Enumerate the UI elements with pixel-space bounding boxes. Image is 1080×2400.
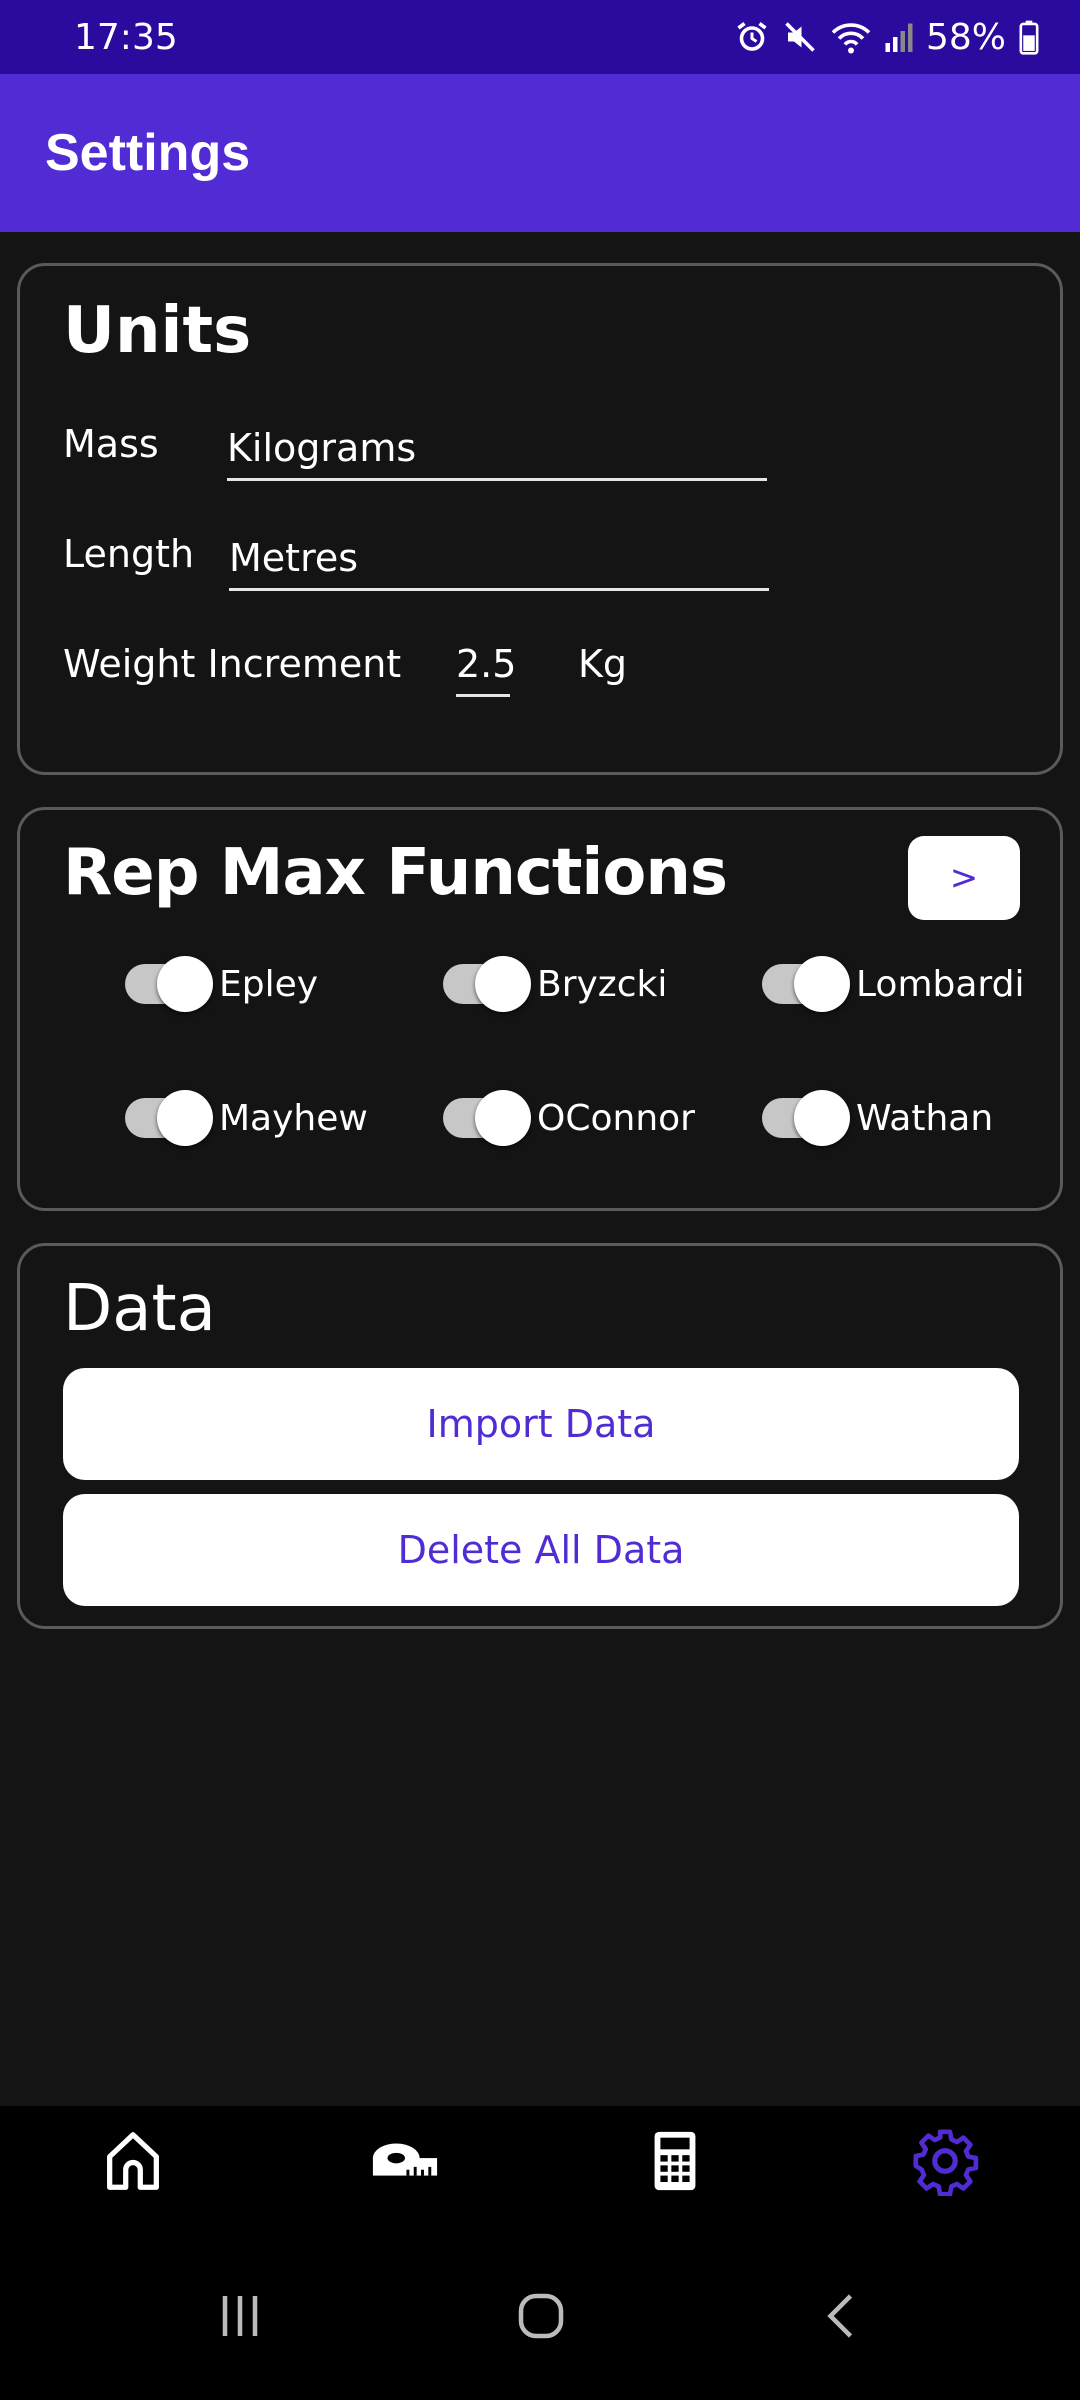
switch-lombardi[interactable]: Lombardi	[758, 956, 1024, 1012]
switch-epley[interactable]: Epley	[121, 956, 318, 1012]
switch-oconnor[interactable]: OConnor	[439, 1090, 695, 1146]
nav-calculator[interactable]	[615, 2106, 735, 2216]
home-circle-icon	[518, 2293, 564, 2339]
nav-home[interactable]	[73, 2106, 193, 2216]
status-icons: 58%	[734, 17, 1040, 58]
toggle-switch[interactable]	[439, 956, 531, 1012]
back-icon	[827, 2294, 853, 2338]
mass-label: Mass	[63, 422, 159, 466]
status-time: 17:35	[74, 16, 178, 58]
units-card: Units Mass Kilograms Length Metres Weigh…	[17, 263, 1063, 775]
alarm-icon	[737, 22, 767, 51]
battery-percent: 58%	[925, 16, 1006, 58]
nav-settings[interactable]	[885, 2106, 1005, 2216]
switch-label: Bryzcki	[537, 963, 668, 1005]
weight-increment-label: Weight Increment	[63, 642, 402, 686]
signal-icon	[885, 23, 913, 52]
gear-icon	[913, 2129, 979, 2196]
switch-wathan[interactable]: Wathan	[758, 1090, 993, 1146]
switch-label: Epley	[219, 963, 319, 1005]
toggle-switch[interactable]	[758, 1090, 850, 1146]
switch-label: Lombardi	[856, 963, 1025, 1005]
data-title: Data	[63, 1272, 216, 1346]
length-picker[interactable]: Metres	[229, 536, 769, 591]
recents-icon	[222, 2296, 258, 2336]
mass-picker[interactable]: Kilograms	[227, 426, 767, 481]
delete-all-data-button[interactable]: Delete All Data	[63, 1494, 1019, 1606]
switch-label: OConnor	[537, 1097, 695, 1139]
switch-bryzcki[interactable]: Bryzcki	[439, 956, 667, 1012]
import-data-button[interactable]: Import Data	[63, 1368, 1019, 1480]
wifi-icon	[831, 23, 871, 54]
toggle-switch[interactable]	[121, 956, 213, 1012]
switch-label: Mayhew	[219, 1097, 368, 1139]
page-title: Settings	[45, 124, 251, 182]
rep-max-title: Rep Max Functions	[63, 836, 728, 910]
tape-measure-icon	[372, 2143, 438, 2176]
length-label: Length	[63, 532, 195, 576]
data-card: Data Import Data Delete All Data	[17, 1243, 1063, 1629]
app-bar: Settings	[0, 74, 1080, 232]
mute-icon	[785, 22, 815, 52]
recents-button[interactable]	[190, 2266, 290, 2366]
units-title: Units	[63, 294, 252, 368]
weight-increment-input[interactable]: 2.5	[456, 642, 516, 697]
bottom-nav	[0, 2106, 1080, 2216]
weight-increment-unit: Kg	[578, 642, 628, 686]
system-nav-bar	[0, 2216, 1080, 2400]
back-button[interactable]	[793, 2266, 893, 2366]
switch-mayhew[interactable]: Mayhew	[121, 1090, 368, 1146]
rep-max-next-button[interactable]: >	[908, 836, 1020, 920]
toggle-switch[interactable]	[439, 1090, 531, 1146]
status-bar: 17:35 58%	[0, 0, 1080, 74]
nav-measurements[interactable]	[345, 2106, 465, 2216]
home-icon	[107, 2132, 159, 2190]
rep-max-card: Rep Max Functions > Epley Bryzcki Lombar…	[17, 807, 1063, 1211]
switch-label: Wathan	[856, 1097, 994, 1139]
battery-icon	[1019, 20, 1039, 55]
home-system-button[interactable]	[491, 2266, 591, 2366]
calculator-icon	[654, 2131, 696, 2191]
toggle-switch[interactable]	[121, 1090, 213, 1146]
toggle-switch[interactable]	[758, 956, 850, 1012]
